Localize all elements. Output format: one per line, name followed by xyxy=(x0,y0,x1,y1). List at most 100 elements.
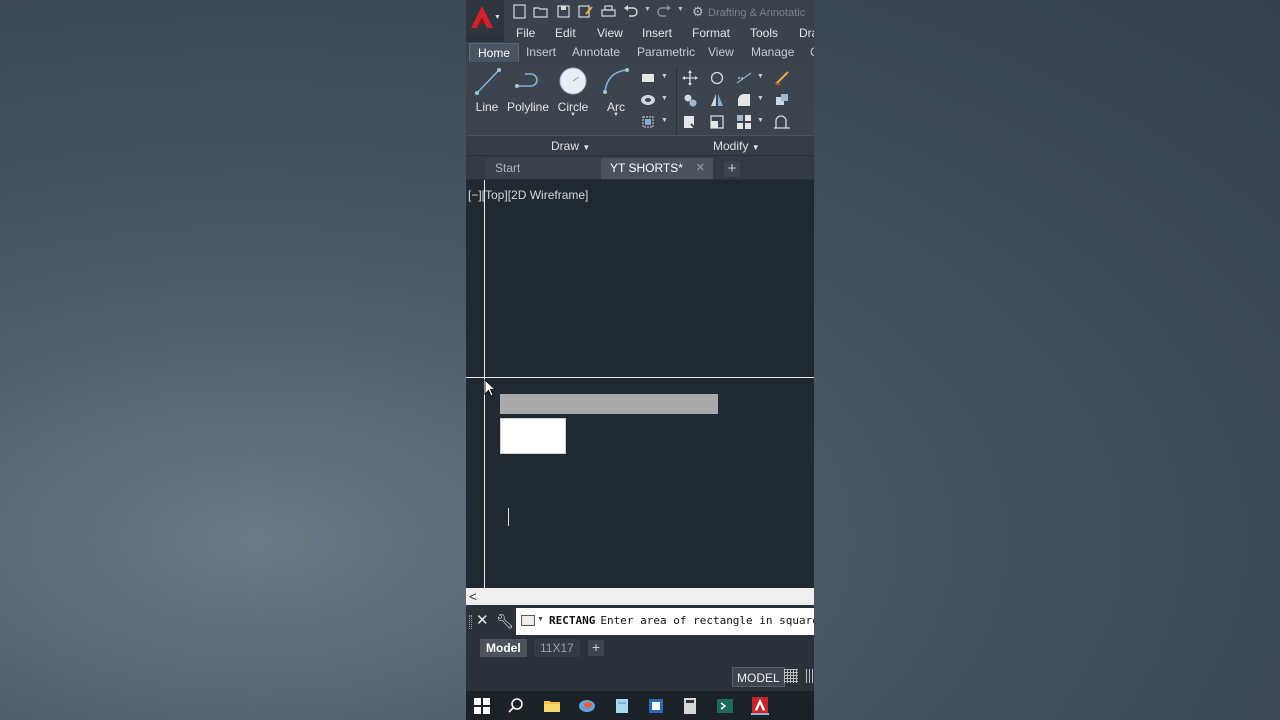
chevron-down-icon: ▼ xyxy=(582,143,591,152)
tab-insert[interactable]: Insert xyxy=(526,43,556,62)
autocad-window: ▼ ▼ ▼ ⚙ Drafting & Annotatic File Edit V… xyxy=(466,0,814,720)
horizontal-scrollbar[interactable]: < xyxy=(466,588,814,605)
boundary-dropdown-icon[interactable]: ▼ xyxy=(661,117,668,124)
menu-format[interactable]: Format xyxy=(692,25,730,41)
modify-panel-expander[interactable]: Modify ▼ xyxy=(713,138,760,156)
tab-model[interactable]: Model xyxy=(480,639,527,657)
scale-icon[interactable] xyxy=(709,114,725,130)
stretch-icon[interactable] xyxy=(682,114,698,130)
fillet-icon[interactable] xyxy=(736,92,752,108)
fillet-dropdown-icon[interactable]: ▼ xyxy=(757,95,764,102)
arc-button[interactable]: Arc ▼ xyxy=(600,66,632,118)
array-dropdown-icon[interactable]: ▼ xyxy=(757,117,764,124)
taskbar xyxy=(466,691,814,720)
command-line: ✕ 🔧︎ ▼ RECTANG Enter area of rectangle in… xyxy=(466,605,814,637)
grid-icon[interactable] xyxy=(784,669,798,683)
menu-file[interactable]: File xyxy=(516,25,535,41)
menu-draw[interactable]: Dra xyxy=(799,25,814,41)
command-input[interactable]: ▼ RECTANG Enter area of rectangle in squa… xyxy=(516,608,814,635)
draw-panel-expander[interactable]: Draw ▼ xyxy=(551,138,590,156)
scroll-left-icon[interactable]: < xyxy=(469,588,477,605)
text-caret xyxy=(508,508,509,526)
menu-view[interactable]: View xyxy=(597,25,623,41)
tab-annotate[interactable]: Annotate xyxy=(572,43,620,62)
calculator-icon[interactable] xyxy=(681,697,699,715)
offset-icon[interactable] xyxy=(774,114,790,130)
open-folder-icon[interactable] xyxy=(532,3,549,20)
explode-icon[interactable] xyxy=(774,92,790,108)
circle-button[interactable]: Circle ▼ xyxy=(556,66,590,118)
wrench-icon[interactable]: 🔧︎ xyxy=(496,613,514,630)
rotate-icon[interactable] xyxy=(709,70,725,86)
new-file-icon[interactable] xyxy=(511,3,528,20)
add-layout-button[interactable]: + xyxy=(588,640,604,656)
drag-handle[interactable] xyxy=(469,615,472,629)
app-icon[interactable] xyxy=(647,697,665,715)
save-as-icon[interactable] xyxy=(577,3,594,20)
tab-parametric[interactable]: Parametric xyxy=(637,43,695,62)
move-icon[interactable] xyxy=(682,70,698,86)
redo-icon[interactable] xyxy=(656,3,673,20)
modify-panel-title: Modify xyxy=(713,139,749,153)
menu-tools[interactable]: Tools xyxy=(750,25,778,41)
tab-start[interactable]: Start xyxy=(486,158,601,179)
undo-icon[interactable] xyxy=(622,3,639,20)
boundary-icon[interactable] xyxy=(640,114,656,130)
erase-icon[interactable] xyxy=(774,70,790,86)
polyline-label: Polyline xyxy=(506,100,550,114)
workspace-label: Drafting & Annotatic xyxy=(708,7,806,19)
snap-icon[interactable] xyxy=(806,669,814,683)
autocad-icon[interactable] xyxy=(751,697,769,715)
application-menu-button[interactable]: ▼ xyxy=(466,0,504,35)
close-icon[interactable]: ✕ xyxy=(476,612,489,630)
mirror-icon[interactable] xyxy=(709,92,725,108)
menu-edit[interactable]: Edit xyxy=(555,25,576,41)
rectangle-icon[interactable] xyxy=(640,70,656,86)
tab-manage[interactable]: Manage xyxy=(751,43,794,62)
line-label: Line xyxy=(475,100,499,114)
notes-icon[interactable] xyxy=(613,697,631,715)
tab-home[interactable]: Home xyxy=(469,43,520,62)
trim-dropdown-icon[interactable]: ▼ xyxy=(757,73,764,80)
array-icon[interactable] xyxy=(736,114,752,130)
arc-icon xyxy=(603,68,629,94)
command-name: RECTANG xyxy=(549,614,596,627)
trim-icon[interactable] xyxy=(736,70,752,86)
line-icon xyxy=(475,68,501,95)
hatch-dropdown-icon[interactable]: ▼ xyxy=(661,95,668,102)
tab-view[interactable]: View xyxy=(708,43,734,62)
dynamic-input-field[interactable] xyxy=(500,418,566,454)
redo-dropdown-icon[interactable]: ▼ xyxy=(677,6,684,13)
print-icon[interactable] xyxy=(600,3,617,20)
viewport-controls[interactable]: [−][Top][2D Wireframe] xyxy=(468,188,588,202)
polyline-button[interactable]: Polyline xyxy=(506,66,550,114)
close-icon[interactable]: ✕ xyxy=(696,158,705,179)
command-prompt-text: Enter area of rectangle in square xyxy=(600,614,814,627)
file-explorer-icon[interactable] xyxy=(543,697,561,715)
tab-yt-shorts[interactable]: YT SHORTS* ✕ xyxy=(601,158,713,179)
arc-dropdown-icon[interactable]: ▼ xyxy=(600,112,632,118)
status-bar: MODEL xyxy=(466,659,814,691)
browser-icon[interactable] xyxy=(578,697,596,715)
chevron-down-icon: ▼ xyxy=(751,143,760,152)
panel-title-bar: Draw ▼ Modify ▼ xyxy=(466,135,814,155)
workspace-switcher[interactable]: ⚙ Drafting & Annotatic xyxy=(692,3,814,21)
model-space-button[interactable]: MODEL xyxy=(732,667,785,687)
rectangle-dropdown-icon[interactable]: ▼ xyxy=(661,73,668,80)
new-tab-button[interactable]: + xyxy=(724,161,740,177)
chevron-down-icon[interactable]: ▼ xyxy=(537,616,544,623)
terminal-icon[interactable] xyxy=(716,697,734,715)
menu-insert[interactable]: Insert xyxy=(642,25,672,41)
tab-layout-11x17[interactable]: 11X17 xyxy=(534,639,580,657)
recent-commands-icon[interactable] xyxy=(521,615,535,626)
hatch-icon[interactable] xyxy=(640,92,656,108)
undo-dropdown-icon[interactable]: ▼ xyxy=(644,6,651,13)
dynamic-input-prompt xyxy=(500,394,718,414)
drawing-area[interactable]: [−][Top][2D Wireframe] xyxy=(466,180,814,588)
search-icon[interactable] xyxy=(507,697,525,715)
tab-overflow[interactable]: C xyxy=(810,43,814,62)
save-icon[interactable] xyxy=(555,3,572,20)
windows-start-icon[interactable] xyxy=(473,697,491,715)
line-button[interactable]: Line xyxy=(472,66,502,114)
copy-icon[interactable] xyxy=(682,92,698,108)
